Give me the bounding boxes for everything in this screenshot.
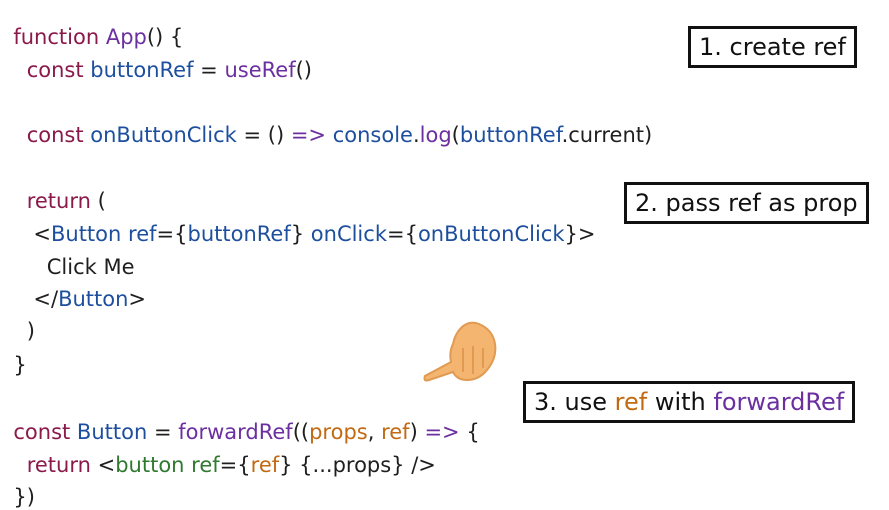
code-line-2: const buttonRef = useRef() xyxy=(0,31,312,83)
punctuation: { xyxy=(459,420,480,444)
function-call: useRef xyxy=(224,58,296,82)
punctuation: () xyxy=(295,58,312,82)
attribute: ref xyxy=(191,453,220,477)
punctuation: } xyxy=(564,222,578,246)
object: console xyxy=(332,123,413,147)
punctuation: ={ xyxy=(219,453,251,477)
identifier: onButtonClick xyxy=(90,123,237,147)
method: log xyxy=(419,123,452,147)
callout-forwardref-word: forwardRef xyxy=(713,388,845,416)
punctuation: } {...props} /> xyxy=(279,453,436,477)
html-tag: button xyxy=(115,453,185,477)
code-line-9: } xyxy=(0,326,27,378)
keyword: const xyxy=(13,123,91,147)
attribute-value: ref xyxy=(250,453,280,477)
punctuation: }) xyxy=(13,485,35,509)
attribute-value: buttonRef xyxy=(187,222,291,246)
keyword: const xyxy=(13,58,91,82)
paren: ) xyxy=(644,123,653,147)
tag-close: > xyxy=(577,222,596,246)
code-line-11: return <button ref={ref} {...props} /> xyxy=(0,426,436,478)
callout-create-ref: 1. create ref xyxy=(688,26,857,68)
attribute-value: onButtonClick xyxy=(417,222,565,246)
property: current xyxy=(568,123,645,147)
tag-close: > xyxy=(128,287,147,311)
punctuation: ={ xyxy=(386,222,418,246)
argument: buttonRef xyxy=(459,123,562,147)
attribute: onClick xyxy=(310,222,387,246)
callout-forward-ref: 3. use ref with forwardRef xyxy=(523,381,856,423)
arrow: => xyxy=(290,123,327,147)
identifier: buttonRef xyxy=(90,58,194,82)
callout-text: 3. use xyxy=(534,388,615,416)
dot: . xyxy=(412,123,420,147)
operator: = xyxy=(193,58,225,82)
pointing-hand-icon xyxy=(423,321,497,382)
callout-ref-word: ref xyxy=(614,388,648,416)
punctuation: ={ xyxy=(156,222,188,246)
component-name: Button xyxy=(58,287,129,311)
paren: ( xyxy=(451,123,460,147)
callout-pass-ref: 2. pass ref as prop xyxy=(624,182,869,224)
operator: = () xyxy=(236,123,291,147)
punctuation: } xyxy=(290,222,305,246)
code-line-12: }) xyxy=(0,458,35,510)
tag-open: < xyxy=(97,453,116,477)
code-line-3: const onButtonClick = () => console.log(… xyxy=(0,96,653,148)
punctuation: } xyxy=(13,353,27,377)
callout-text: with xyxy=(647,388,714,416)
